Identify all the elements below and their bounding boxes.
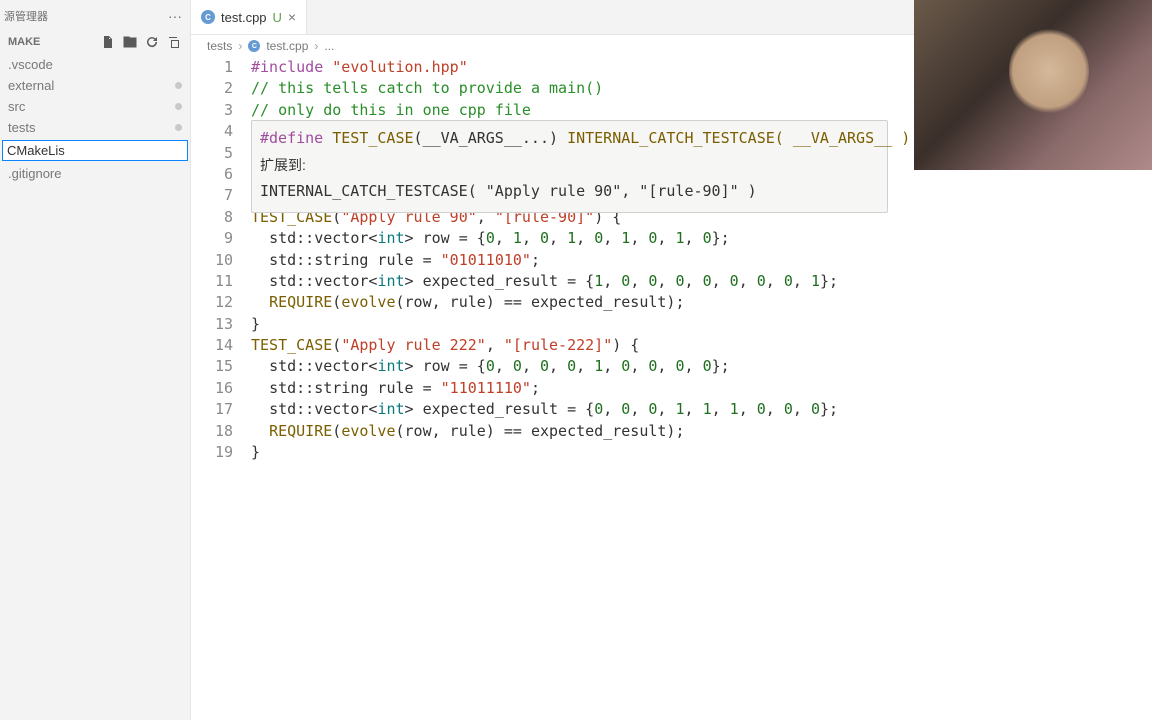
code-line[interactable]: std::string rule = "11011110"; — [251, 378, 1152, 399]
hover-expand-label: 扩展到: — [260, 149, 879, 180]
section-label: MAKE — [8, 36, 40, 48]
line-number: 5 — [191, 143, 233, 164]
more-icon[interactable]: ··· — [168, 8, 182, 24]
code-line[interactable]: } — [251, 442, 1152, 463]
line-number: 3 — [191, 100, 233, 121]
code-line[interactable]: std::vector<int> expected_result = {1, 0… — [251, 271, 1152, 292]
explorer-sidebar: 源管理器 ··· MAKE .vscode external src tests .g… — [0, 0, 191, 720]
tree-item-vscode[interactable]: .vscode — [4, 54, 186, 75]
line-number: 15 — [191, 356, 233, 377]
line-number: 1 — [191, 57, 233, 78]
tab-git-status: U — [273, 10, 282, 25]
tree-item-label: .vscode — [8, 57, 53, 72]
sidebar-section: MAKE — [0, 30, 190, 54]
tab-filename: test.cpp — [221, 10, 267, 25]
code-line[interactable]: std::vector<int> row = {0, 0, 0, 0, 1, 0… — [251, 356, 1152, 377]
line-number: 9 — [191, 228, 233, 249]
tree-item-external[interactable]: external — [4, 75, 186, 96]
sidebar-title: 源管理器 — [4, 8, 168, 24]
line-number-gutter: 12345678910111213141516171819 — [191, 57, 251, 720]
new-folder-icon[interactable] — [122, 34, 138, 50]
tree-item-label: .gitignore — [8, 166, 61, 181]
line-number: 10 — [191, 250, 233, 271]
code-line[interactable]: std::vector<int> expected_result = {0, 0… — [251, 399, 1152, 420]
breadcrumb-folder[interactable]: tests — [207, 39, 232, 53]
line-number: 16 — [191, 378, 233, 399]
tree-item-gitignore[interactable]: .gitignore — [4, 163, 186, 184]
tree-item-label: external — [8, 78, 54, 93]
code-line[interactable]: std::vector<int> row = {0, 1, 0, 1, 0, 1… — [251, 228, 1152, 249]
tree-item-tests[interactable]: tests — [4, 117, 186, 138]
line-number: 2 — [191, 78, 233, 99]
close-tab-icon[interactable]: × — [288, 9, 296, 25]
line-number: 8 — [191, 207, 233, 228]
tree-item-label: tests — [8, 120, 35, 135]
refresh-icon[interactable] — [144, 34, 160, 50]
sidebar-header: 源管理器 ··· — [0, 4, 190, 30]
chevron-right-icon: › — [314, 39, 318, 53]
line-number: 7 — [191, 185, 233, 206]
line-number: 12 — [191, 292, 233, 313]
hover-expansion: INTERNAL_CATCH_TESTCASE( "Apply rule 90"… — [260, 180, 879, 202]
file-tree: .vscode external src tests — [0, 54, 190, 138]
breadcrumb-file[interactable]: test.cpp — [266, 39, 308, 53]
file-tree-trailing: .gitignore — [0, 163, 190, 184]
editor-area: C test.cpp U × tests › C test.cpp › ... … — [191, 0, 1152, 720]
line-number: 4 — [191, 121, 233, 142]
tree-item-label: src — [8, 99, 25, 114]
new-file-input[interactable] — [2, 140, 188, 161]
new-file-icon[interactable] — [100, 34, 116, 50]
breadcrumb-symbol[interactable]: ... — [324, 39, 334, 53]
line-number: 11 — [191, 271, 233, 292]
code-line[interactable]: REQUIRE(evolve(row, rule) == expected_re… — [251, 292, 1152, 313]
line-number: 6 — [191, 164, 233, 185]
macro-hover-tooltip: #define TEST_CASE(__VA_ARGS__...) INTERN… — [251, 120, 888, 213]
hover-definition: #define TEST_CASE(__VA_ARGS__...) INTERN… — [260, 127, 879, 149]
code-line[interactable]: TEST_CASE("Apply rule 222", "[rule-222]"… — [251, 335, 1152, 356]
tab-test-cpp[interactable]: C test.cpp U × — [191, 0, 307, 34]
line-number: 18 — [191, 421, 233, 442]
code-line[interactable]: std::string rule = "01011010"; — [251, 250, 1152, 271]
cpp-file-icon: C — [248, 40, 260, 52]
collapse-all-icon[interactable] — [166, 34, 182, 50]
code-line[interactable]: REQUIRE(evolve(row, rule) == expected_re… — [251, 421, 1152, 442]
chevron-right-icon: › — [238, 39, 242, 53]
tree-item-src[interactable]: src — [4, 96, 186, 117]
code-line[interactable]: } — [251, 314, 1152, 335]
line-number: 19 — [191, 442, 233, 463]
line-number: 14 — [191, 335, 233, 356]
line-number: 13 — [191, 314, 233, 335]
line-number: 17 — [191, 399, 233, 420]
webcam-overlay — [914, 0, 1152, 170]
cpp-file-icon: C — [201, 10, 215, 24]
